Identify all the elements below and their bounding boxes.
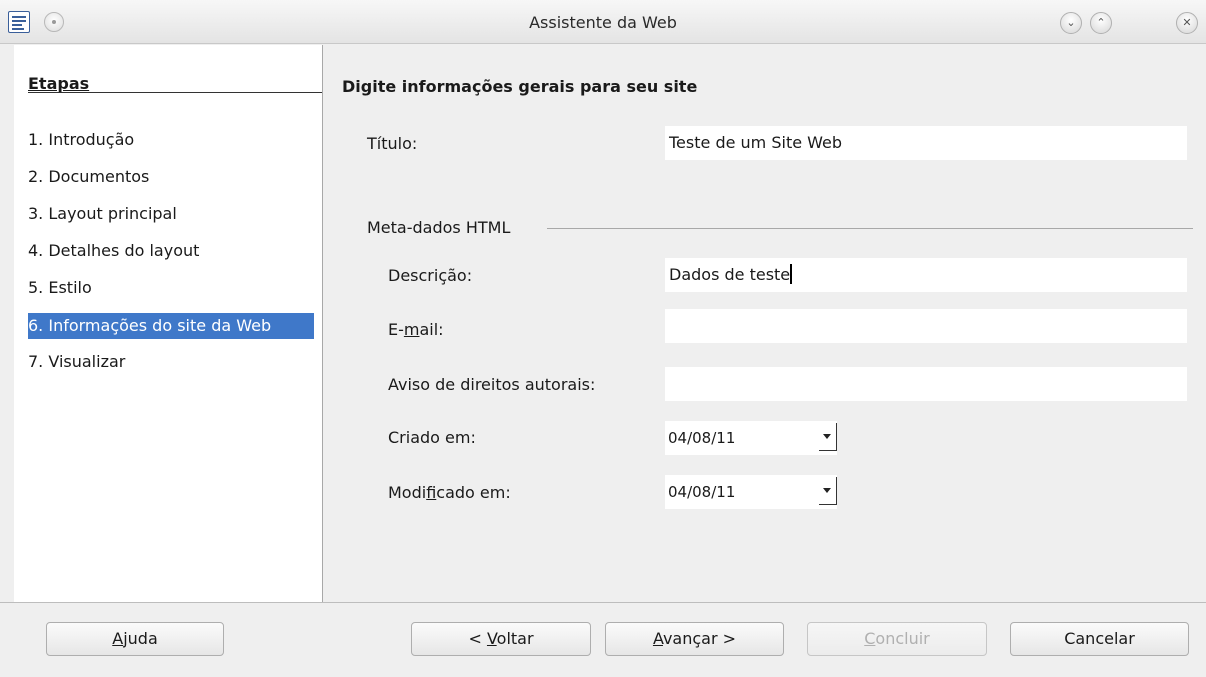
- copyright-input[interactable]: [665, 367, 1187, 401]
- meta-data-group-label: Meta-dados HTML: [367, 218, 511, 237]
- window-title: Assistente da Web: [529, 13, 677, 32]
- copyright-label: Aviso de direitos autorais:: [388, 375, 596, 394]
- step-estilo[interactable]: 5. Estilo: [28, 275, 95, 301]
- next-button[interactable]: Avançar >: [605, 622, 784, 656]
- title-bar[interactable]: Assistente da Web ⌄ ⌃ ✕: [0, 0, 1206, 44]
- step-informacoes-do-site[interactable]: 6. Informações do site da Web: [28, 313, 314, 339]
- chevron-down-icon[interactable]: [819, 477, 837, 505]
- footer-divider: [0, 602, 1206, 603]
- step-layout-principal[interactable]: 3. Layout principal: [28, 201, 180, 227]
- description-label: Descrição:: [388, 266, 473, 285]
- modified-date-field[interactable]: 04/08/11: [665, 475, 837, 509]
- text-caret: [790, 264, 793, 284]
- finish-button[interactable]: Concluir: [807, 622, 987, 656]
- close-icon[interactable]: ✕: [1176, 12, 1198, 34]
- maximize-icon[interactable]: ⌃: [1090, 12, 1112, 34]
- back-button[interactable]: < Voltar: [411, 622, 591, 656]
- modified-label: Modificado em:: [388, 483, 511, 502]
- steps-panel: Etapas 1. Introdução 2. Documentos 3. La…: [14, 45, 328, 602]
- meta-data-group-divider: [547, 228, 1193, 229]
- email-label: E-mail:: [388, 320, 444, 339]
- step-documentos[interactable]: 2. Documentos: [28, 164, 152, 190]
- description-input[interactable]: Dados de teste: [665, 258, 1187, 292]
- minimize-icon[interactable]: ⌄: [1060, 12, 1082, 34]
- step-visualizar[interactable]: 7. Visualizar: [28, 349, 128, 375]
- steps-divider: [28, 92, 328, 93]
- title-label: Título:: [367, 134, 418, 153]
- chevron-down-icon[interactable]: [819, 423, 837, 451]
- created-label: Criado em:: [388, 428, 476, 447]
- steps-title: Etapas: [28, 74, 90, 93]
- page-title: Digite informações gerais para seu site: [342, 77, 698, 96]
- created-date-field[interactable]: 04/08/11: [665, 421, 837, 455]
- main-panel: Digite informações gerais para seu site …: [323, 45, 1206, 602]
- cancel-button[interactable]: Cancelar: [1010, 622, 1189, 656]
- step-introducao[interactable]: 1. Introdução: [28, 127, 137, 153]
- title-input[interactable]: Teste de um Site Web: [665, 126, 1187, 160]
- email-input[interactable]: [665, 309, 1187, 343]
- help-button[interactable]: Ajuda: [46, 622, 224, 656]
- step-detalhes-do-layout[interactable]: 4. Detalhes do layout: [28, 238, 202, 264]
